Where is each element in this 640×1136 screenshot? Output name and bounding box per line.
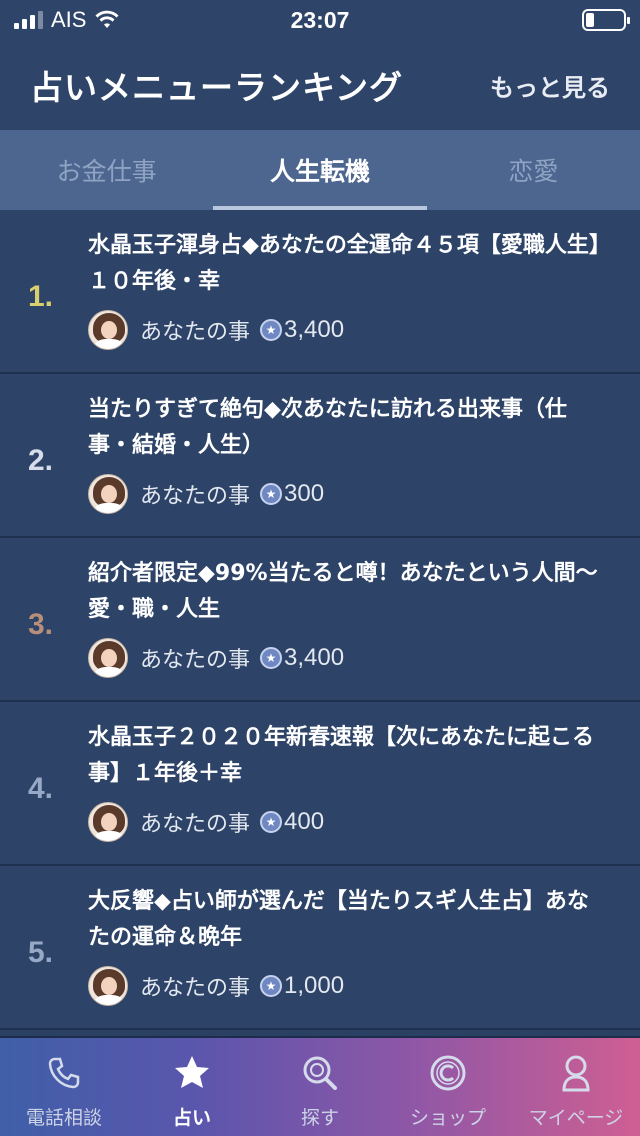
ranking-list: 1. 水晶玉子渾身占◆あなたの全運命４５項【愛職人生】１０年後・幸 あなたの事 … <box>0 210 640 1030</box>
price-value: 3,400 <box>284 316 345 343</box>
tabbar-mypage[interactable]: マイページ <box>512 1038 640 1136</box>
ranking-item[interactable]: 2. 当たりすぎて絶句◆次あなたに訪れる出来事（仕事・結婚・人生） あなたの事 … <box>0 374 640 538</box>
tabbar-label: 電話相談 <box>25 1107 102 1129</box>
price: ★ 1,000 <box>260 972 344 1000</box>
ranking-item[interactable]: 5. 大反響◆占い師が選んだ【当たりスギ人生占】あなたの運命＆晩年 あなたの事 … <box>0 866 640 1030</box>
tabbar-label: 占い <box>172 1107 211 1129</box>
item-title: 水晶玉子２０２０年新春速報【次にあなたに起こる事】１年後＋幸 <box>88 725 595 786</box>
status-bar: AIS 23:07 <box>0 0 640 40</box>
category-tabs: お金仕事 人生転機 恋愛 <box>0 130 640 210</box>
item-meta: あなたの事 ★ 3,400 <box>88 638 344 678</box>
avatar <box>88 474 128 514</box>
star-coin-icon: ★ <box>260 647 283 669</box>
item-meta: あなたの事 ★ 3,400 <box>88 310 344 350</box>
tabbar-label: ショップ <box>409 1107 486 1129</box>
ranking-item[interactable]: 1. 水晶玉子渾身占◆あなたの全運命４５項【愛職人生】１０年後・幸 あなたの事 … <box>0 210 640 374</box>
carrier-label: AIS <box>51 7 87 32</box>
bottom-tab-bar: 電話相談 占い 探す ショップ マイページ <box>0 1036 640 1136</box>
search-icon <box>300 1047 340 1099</box>
signal-icon <box>14 11 43 29</box>
price: ★ 3,400 <box>260 316 344 344</box>
item-meta: あなたの事 ★ 400 <box>88 802 324 842</box>
coin-icon <box>428 1047 468 1099</box>
ranking-item[interactable]: 3. 紹介者限定◆99%当たると噂！あなたという人間〜愛・職・人生 あなたの事 … <box>0 538 640 702</box>
tabbar-shop[interactable]: ショップ <box>384 1038 512 1136</box>
rank-number: 1. <box>28 280 54 313</box>
avatar <box>88 638 128 678</box>
price-value: 300 <box>284 480 325 507</box>
author-label: あなたの事 <box>140 648 251 673</box>
author-label: あなたの事 <box>140 320 251 345</box>
person-icon <box>558 1047 594 1099</box>
tabbar-label: マイページ <box>528 1107 624 1129</box>
item-title: 大反響◆占い師が選んだ【当たりスギ人生占】あなたの運命＆晩年 <box>88 889 589 950</box>
avatar <box>88 310 128 350</box>
star-icon <box>172 1047 212 1099</box>
item-meta: あなたの事 ★ 1,000 <box>88 966 344 1006</box>
avatar <box>88 966 128 1006</box>
price-value: 1,000 <box>284 972 345 999</box>
tabbar-search[interactable]: 探す <box>256 1038 384 1136</box>
page-title: 占いメニューランキング <box>30 68 404 107</box>
tab-life-turning-point[interactable]: 人生転機 <box>213 130 427 210</box>
item-title: 水晶玉子渾身占◆あなたの全運命４５項【愛職人生】１０年後・幸 <box>88 233 600 294</box>
price: ★ 3,400 <box>260 644 344 672</box>
tabbar-label: 探す <box>300 1107 339 1129</box>
author-label: あなたの事 <box>140 976 251 1001</box>
ranking-item[interactable]: 4. 水晶玉子２０２０年新春速報【次にあなたに起こる事】１年後＋幸 あなたの事 … <box>0 702 640 866</box>
price-value: 400 <box>284 808 325 835</box>
battery-icon <box>582 9 630 31</box>
status-left: AIS <box>14 7 120 33</box>
price: ★ 400 <box>260 808 324 836</box>
star-coin-icon: ★ <box>260 319 283 341</box>
more-link[interactable]: もっと見る <box>490 68 610 103</box>
rank-number: 4. <box>28 772 54 805</box>
item-meta: あなたの事 ★ 300 <box>88 474 324 514</box>
phone-icon <box>46 1047 82 1099</box>
price: ★ 300 <box>260 480 324 508</box>
star-coin-icon: ★ <box>260 975 283 997</box>
rank-number: 3. <box>28 608 54 641</box>
author-label: あなたの事 <box>140 812 251 837</box>
item-title: 紹介者限定◆99%当たると噂！あなたという人間〜愛・職・人生 <box>88 561 598 622</box>
price-value: 3,400 <box>284 644 345 671</box>
item-title: 当たりすぎて絶句◆次あなたに訪れる出来事（仕事・結婚・人生） <box>88 397 567 458</box>
tabbar-phone-consult[interactable]: 電話相談 <box>0 1038 128 1136</box>
wifi-icon <box>95 10 119 28</box>
header: 占いメニューランキング もっと見る <box>0 40 640 130</box>
star-coin-icon: ★ <box>260 483 283 505</box>
tab-money-work[interactable]: お金仕事 <box>0 130 213 210</box>
rank-number: 2. <box>28 444 54 477</box>
rank-number: 5. <box>28 936 54 969</box>
star-coin-icon: ★ <box>260 811 283 833</box>
author-label: あなたの事 <box>140 484 251 509</box>
tab-love[interactable]: 恋愛 <box>427 130 640 210</box>
tabbar-fortune[interactable]: 占い <box>128 1038 256 1136</box>
avatar <box>88 802 128 842</box>
